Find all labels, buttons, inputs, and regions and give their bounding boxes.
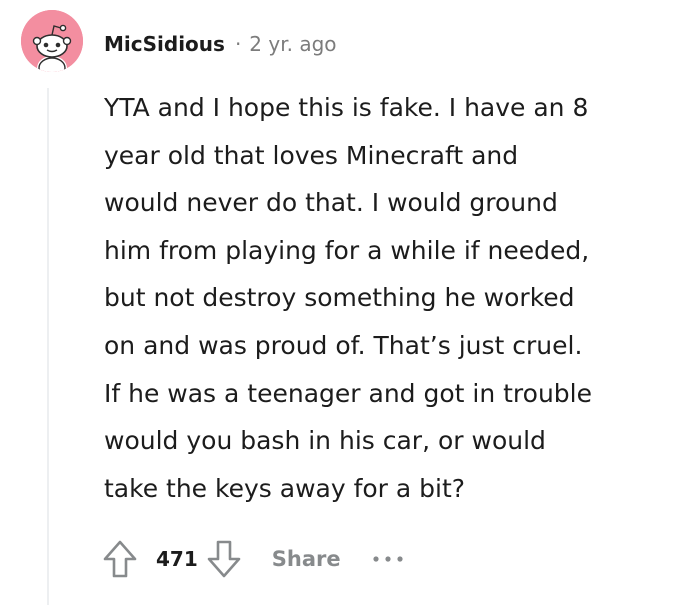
comment-actions: 471 Share — [100, 536, 405, 582]
downvote-button[interactable] — [204, 536, 244, 582]
upvote-button[interactable] — [100, 536, 140, 582]
share-button[interactable]: Share — [272, 547, 341, 571]
comment-line: If he was a teenager and got in trouble — [104, 378, 593, 408]
snoo-avatar-icon[interactable] — [21, 10, 83, 72]
username-link[interactable]: MicSidious — [104, 32, 225, 56]
comment-line: him from playing for a while if needed, — [104, 235, 590, 265]
more-options-button[interactable] — [371, 536, 405, 582]
comment-line: would you bash in his car, or would — [104, 426, 546, 456]
comment-line: on and was proud of. That’s just cruel. — [104, 330, 583, 360]
comment-line: YTA and I hope this is fake. I have an 8 — [104, 93, 589, 122]
comment: MicSidious · 2 yr. ago YTA and I hope th… — [0, 0, 700, 605]
thread-line[interactable] — [47, 88, 49, 605]
vote-count: 471 — [156, 547, 198, 571]
upvote-arrow-icon — [103, 540, 137, 578]
comment-line: take the keys away for a bit? — [104, 473, 466, 503]
meta-separator: · — [234, 32, 242, 56]
more-options-icon — [373, 556, 403, 562]
downvote-arrow-icon — [207, 540, 241, 578]
timestamp-link[interactable]: 2 yr. ago — [249, 32, 336, 56]
comment-body: YTA and I hope this is fake. I have an 8… — [104, 84, 684, 512]
comment-line: but not destroy something he worked — [104, 283, 575, 313]
comment-line: year old that loves Minecraft and — [104, 140, 519, 170]
comment-header: MicSidious · 2 yr. ago — [104, 27, 337, 61]
comment-line: would never do that. I would ground — [104, 188, 558, 218]
